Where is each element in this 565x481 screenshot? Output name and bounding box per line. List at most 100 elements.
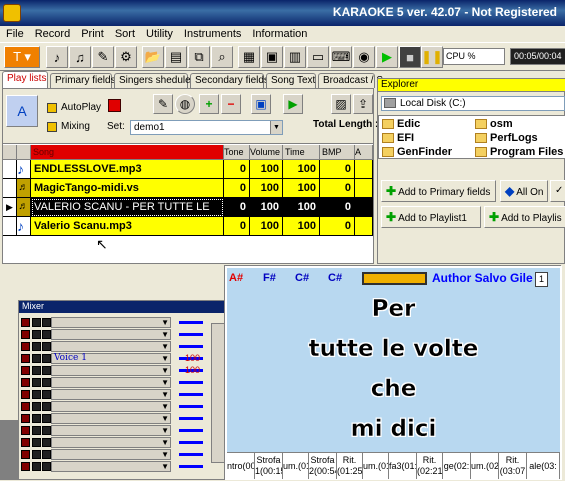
font-icon[interactable]: A	[6, 95, 38, 127]
folder-item[interactable]: PerfLogs	[475, 132, 538, 144]
column-a[interactable]: A	[355, 145, 373, 160]
mixer-channel[interactable]: ▼	[19, 413, 227, 424]
menu-instruments[interactable]: Instruments	[184, 28, 241, 40]
mixer-channel[interactable]: ▼	[19, 461, 227, 472]
total-length-label: Total Length :	[313, 119, 379, 130]
play-icon[interactable]: ▶	[376, 46, 398, 68]
table-row[interactable]: ♪ ENDLESSLOVE.mp3 0 100 100 0	[3, 160, 373, 179]
chart-icon[interactable]: ▥	[284, 46, 306, 68]
menu-utility[interactable]: Utility	[146, 28, 173, 40]
tab-singers-shedule[interactable]: Singers shedule	[114, 73, 191, 88]
folder-item[interactable]: Program Files	[475, 146, 563, 158]
open-file-icon[interactable]: 📂	[142, 46, 164, 68]
tab-secondary-fields[interactable]: Secondary fields	[190, 73, 269, 88]
mixer-channel[interactable]: ▼	[19, 317, 227, 328]
tab-play-lists[interactable]: Play lists	[2, 71, 48, 88]
autoplay-checkbox[interactable]	[47, 103, 57, 113]
image-icon[interactable]: ▨	[331, 94, 351, 114]
menu-sort[interactable]: Sort	[115, 28, 135, 40]
tab-song-text[interactable]: Song Text	[266, 73, 316, 88]
menu-bar: File Record Print Sort Utility Instrumen…	[0, 26, 565, 43]
tab-broadcast[interactable]: Broadcast / S	[318, 73, 383, 88]
color-swatch[interactable]	[108, 99, 121, 112]
section-item[interactable]: um.(01:	[283, 453, 309, 479]
keyboard-icon[interactable]: ⌨	[330, 46, 352, 68]
mixer-channel[interactable]: ▼	[19, 449, 227, 460]
note-blue-icon[interactable]: ♫	[69, 46, 91, 68]
table-row-selected[interactable]: ▶ ♬ VALERIO SCANU - PER TUTTE LE 0 100 1…	[3, 198, 373, 217]
mixer-channel[interactable]: ▼	[19, 341, 227, 352]
monitor-icon[interactable]: ▭	[307, 46, 329, 68]
check-button[interactable]: ✓	[550, 180, 565, 202]
grid-icon[interactable]: ▦	[238, 46, 260, 68]
toolbar: T ▾ ♪ ♫ ✎ ⚙ 📂 ▤ ⧉ ⌕ ▦ ▣ ▥ ▭ ⌨ ◉ ▶ ■ ❚❚ C…	[0, 43, 565, 71]
tools-dropdown-button[interactable]: T ▾	[4, 46, 40, 68]
section-item[interactable]: ntro(00	[227, 453, 255, 479]
mixer-channel[interactable]: ▼	[19, 401, 227, 412]
stop-icon[interactable]: ■	[399, 46, 421, 68]
section-item[interactable]: ale(03:	[527, 453, 560, 479]
section-item[interactable]: um.(01:	[363, 453, 389, 479]
mixer-side-controls[interactable]	[211, 323, 225, 463]
mixer-channel[interactable]: ▼	[19, 329, 227, 340]
section-item[interactable]: Rit. (02:21	[417, 453, 443, 479]
explorer-title: Explorer	[378, 79, 565, 92]
mixing-checkbox[interactable]	[47, 122, 57, 132]
edit-list-icon[interactable]: ✎	[153, 94, 173, 114]
menu-file[interactable]: File	[6, 28, 24, 40]
pause-icon[interactable]: ❚❚	[421, 46, 443, 68]
add-to-primary-fields-button[interactable]: ✚ Add to Primary fields	[381, 180, 496, 202]
copy-icon[interactable]: ⧉	[188, 46, 210, 68]
section-item[interactable]: Rit. (01:25	[337, 453, 363, 479]
menu-print[interactable]: Print	[81, 28, 104, 40]
tools-icon[interactable]: ✎	[92, 46, 114, 68]
mixer-channel[interactable]: ▼	[19, 389, 227, 400]
mixer-channel[interactable]: ▼	[19, 377, 227, 388]
mixer-channel[interactable]: ▼	[19, 437, 227, 448]
drive-select[interactable]: Local Disk (C:)	[381, 96, 565, 111]
add-icon[interactable]: +	[199, 94, 219, 114]
table-row[interactable]: ♬ MagicTango-midi.vs 0 100 100 0	[3, 179, 373, 198]
set-label: Set:	[107, 121, 125, 132]
set-select[interactable]: demo1 ▼	[130, 120, 283, 135]
page-spinner[interactable]: 1	[535, 272, 548, 287]
play-list-icon[interactable]: ▶	[283, 94, 303, 114]
folder-item[interactable]: Edic	[382, 118, 420, 130]
table-row[interactable]: ♪ Valerio Scanu.mp3 0 100 100 0	[3, 217, 373, 236]
section-item[interactable]: Strofa 2(00:54	[309, 453, 337, 479]
section-item[interactable]: um.(02:	[471, 453, 499, 479]
folder-icon[interactable]: ▤	[165, 46, 187, 68]
mixer-channel-voice[interactable]: Voice 1 ▼ 100	[19, 353, 227, 364]
column-song[interactable]: Song	[31, 145, 224, 160]
screen-icon[interactable]: ▣	[261, 46, 283, 68]
folder-item[interactable]: osm	[475, 118, 513, 130]
column-tone[interactable]: Tone	[224, 145, 250, 160]
search-icon[interactable]: ⌕	[211, 46, 233, 68]
mixer-channel[interactable]: ▼	[19, 425, 227, 436]
save-icon[interactable]: ▣	[251, 94, 271, 114]
column-volume[interactable]: Volume	[250, 145, 283, 160]
folder-item[interactable]: EFI	[382, 132, 414, 144]
folder-item[interactable]: GenFinder	[382, 146, 452, 158]
section-item[interactable]: Rit. (03:07	[499, 453, 527, 479]
column-bmp[interactable]: BMP	[320, 145, 355, 160]
globe-icon[interactable]: ◍	[175, 94, 195, 114]
tab-primary-fields[interactable]: Primary fields	[50, 73, 116, 88]
note-icon[interactable]: ♪	[46, 46, 68, 68]
progress-bar	[362, 272, 427, 285]
record-icon[interactable]: ◉	[353, 46, 375, 68]
section-item[interactable]: Strofa 1(00:15	[255, 453, 283, 479]
menu-record[interactable]: Record	[35, 28, 70, 40]
section-item[interactable]: fa3(01:	[389, 453, 417, 479]
section-item[interactable]: ge(02:	[443, 453, 471, 479]
all-on-button[interactable]: ◆ All On	[500, 180, 548, 202]
mixer-channel[interactable]: ▼ 100	[19, 365, 227, 376]
column-time[interactable]: Time	[283, 145, 320, 160]
add-to-playlist1-button[interactable]: ✚ Add to Playlist1	[381, 206, 481, 228]
menu-information[interactable]: Information	[252, 28, 307, 40]
remove-icon[interactable]: −	[221, 94, 241, 114]
settings-icon[interactable]: ⚙	[115, 46, 137, 68]
add-to-playlist-button[interactable]: ✚ Add to Playlis	[484, 206, 565, 228]
export-icon[interactable]: ⇪	[353, 94, 373, 114]
playlist-panel: A AutoPlay Mixing Set: demo1 ▼ ✎ ◍ + − ▣ …	[2, 88, 378, 264]
